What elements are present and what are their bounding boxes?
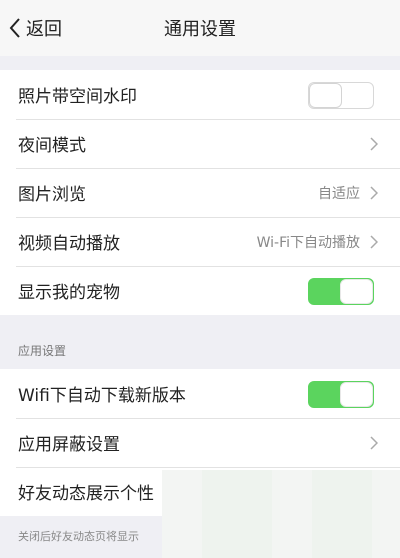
video-autoplay-value: Wi-Fi下自动播放 bbox=[256, 234, 360, 251]
overlay-tile bbox=[312, 470, 372, 558]
video-autoplay-row[interactable]: 视频自动播放 Wi-Fi下自动播放 bbox=[0, 217, 400, 266]
chevron-right-icon bbox=[370, 435, 378, 450]
chevron-right-icon bbox=[370, 136, 378, 151]
toggle-knob bbox=[340, 279, 373, 304]
page-title: 通用设置 bbox=[164, 19, 236, 40]
section-title: 应用设置 bbox=[18, 344, 67, 358]
chevron-right-icon bbox=[370, 185, 378, 200]
wifi-update-label: Wifi下自动下载新版本 bbox=[18, 386, 186, 406]
overlay-tile bbox=[202, 470, 272, 558]
toggle-knob bbox=[309, 83, 342, 108]
nav-bar: 返回 通用设置 bbox=[0, 0, 400, 56]
watermark-toggle[interactable] bbox=[308, 82, 374, 109]
show-pet-row: 显示我的宠物 bbox=[0, 266, 400, 315]
image-browse-row[interactable]: 图片浏览 自适应 bbox=[0, 168, 400, 217]
image-browse-value: 自适应 bbox=[318, 185, 360, 202]
video-autoplay-label: 视频自动播放 bbox=[18, 234, 120, 254]
general-settings-group: 照片带空间水印 夜间模式 图片浏览 自适应 视频自动播放 Wi-Fi下自动播放 bbox=[0, 70, 400, 315]
watermark-row: 照片带空间水印 bbox=[0, 70, 400, 119]
block-settings-label: 应用屏蔽设置 bbox=[18, 435, 120, 455]
block-settings-row[interactable]: 应用屏蔽设置 bbox=[0, 418, 400, 467]
footer-note: 关闭后好友动态页将显示 bbox=[18, 530, 139, 543]
night-mode-label: 夜间模式 bbox=[18, 136, 86, 156]
wifi-update-toggle[interactable] bbox=[308, 381, 374, 408]
chevron-right-icon bbox=[370, 234, 378, 249]
watermark-label: 照片带空间水印 bbox=[18, 87, 137, 107]
show-pet-label: 显示我的宠物 bbox=[18, 283, 120, 303]
toggle-knob bbox=[340, 382, 373, 407]
friend-feed-label: 好友动态展示个性 bbox=[18, 484, 154, 504]
overlay-panel bbox=[162, 470, 400, 558]
night-mode-row[interactable]: 夜间模式 bbox=[0, 119, 400, 168]
spacer bbox=[0, 56, 400, 70]
show-pet-toggle[interactable] bbox=[308, 278, 374, 305]
wifi-update-row: Wifi下自动下载新版本 bbox=[0, 369, 400, 418]
image-browse-label: 图片浏览 bbox=[18, 185, 86, 205]
